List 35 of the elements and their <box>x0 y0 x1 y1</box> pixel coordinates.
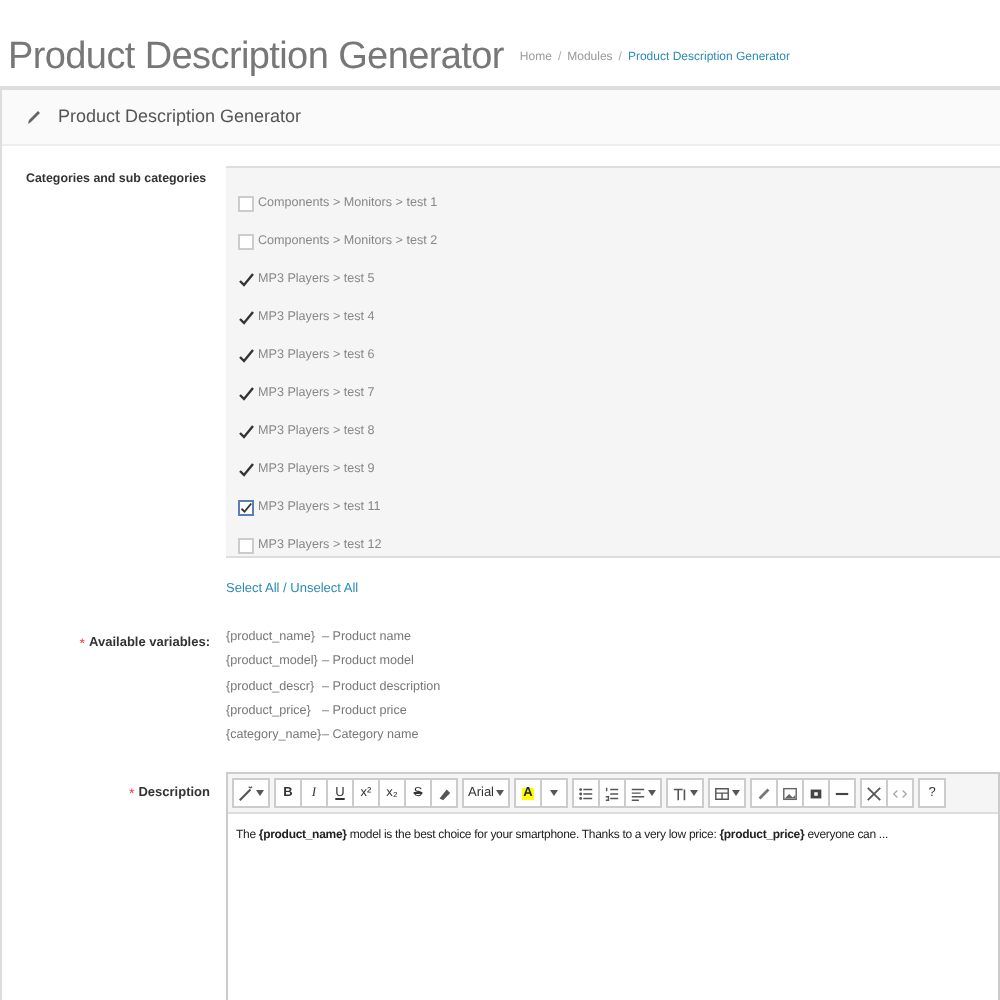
bulleted-list-icon <box>578 785 595 802</box>
toolbar-button[interactable] <box>708 778 747 809</box>
checkbox[interactable] <box>238 499 254 515</box>
checkbox[interactable] <box>238 461 254 477</box>
page-title: Product Description Generator <box>8 38 504 76</box>
toolbar-button[interactable] <box>232 778 270 809</box>
toolbar-button[interactable] <box>860 778 889 809</box>
toolbar-button[interactable] <box>624 778 663 809</box>
toolbar-button[interactable] <box>666 778 705 809</box>
checkbox[interactable] <box>238 347 254 363</box>
eraser-icon <box>436 785 452 802</box>
toolbar-button[interactable] <box>430 778 458 809</box>
wand-icon <box>238 785 254 802</box>
code-icon <box>892 785 909 802</box>
toolbar-button[interactable] <box>802 778 831 809</box>
text-height-icon <box>672 785 689 802</box>
toolbar-button[interactable] <box>750 778 779 809</box>
checkbox[interactable] <box>238 309 254 325</box>
toolbar-button[interactable] <box>828 778 857 809</box>
table-icon <box>714 785 731 802</box>
toolbar-button[interactable] <box>598 778 627 809</box>
checkbox[interactable] <box>238 423 254 439</box>
toolbar-button[interactable] <box>572 778 601 809</box>
numbered-list-icon <box>604 785 621 802</box>
align-left-icon <box>630 785 647 802</box>
pencil-icon <box>26 108 42 126</box>
toolbar-button[interactable] <box>776 778 805 809</box>
checkbox[interactable] <box>238 385 254 401</box>
caret-icon <box>550 790 559 797</box>
checkbox[interactable] <box>238 271 254 287</box>
video-icon <box>808 785 825 802</box>
panel-title: Product Description Generator <box>58 103 302 130</box>
toolbar-button[interactable] <box>540 778 569 809</box>
image-icon <box>782 785 799 802</box>
expand-icon <box>866 785 883 802</box>
